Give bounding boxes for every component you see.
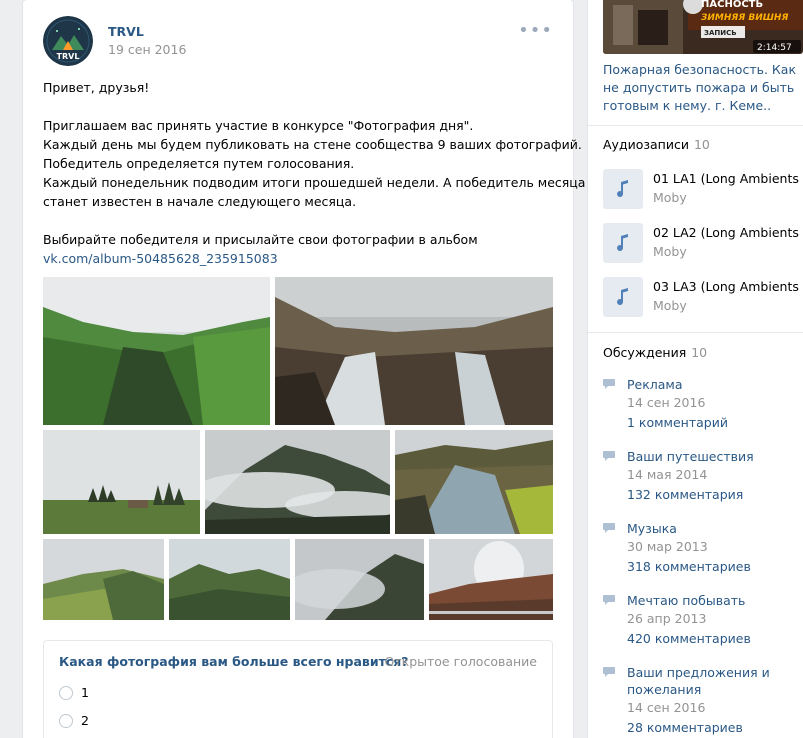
video-duration: 2:14:57: [757, 43, 792, 53]
discussions-section-header[interactable]: Обсуждения 10: [603, 345, 707, 360]
audio-title: 02 LA2 (Long Ambients 1 ...: [653, 225, 803, 240]
post-date[interactable]: 19 сен 2016: [108, 42, 186, 57]
community-avatar[interactable]: TRVL: [43, 16, 93, 66]
audio-item[interactable]: 03 LA3 (Long Ambients 1 ... Moby: [603, 277, 803, 317]
topic-title[interactable]: Реклама: [627, 376, 802, 393]
post-text: Привет, друзья! Приглашаем вас принять у…: [43, 78, 586, 268]
discussions-count: 10: [691, 345, 708, 360]
poll-option[interactable]: 2: [59, 713, 89, 728]
topic-title[interactable]: Музыка: [627, 520, 802, 537]
audio-section-header[interactable]: Аудиозаписи 10: [603, 137, 710, 152]
wall-post: TRVL TRVL 19 сен 2016 ••• Привет, друзья…: [23, 0, 586, 738]
photo-5[interactable]: [395, 430, 553, 534]
audio-title: 03 LA3 (Long Ambients 1 ...: [653, 279, 803, 294]
video-overlay-text: ПАСНОСТЬ: [701, 0, 763, 10]
poll-option-label: 2: [81, 713, 89, 728]
topic-comments[interactable]: 318 комментариев: [627, 559, 751, 574]
music-note-icon[interactable]: [603, 223, 643, 263]
topic-date: 14 сен 2016: [627, 700, 706, 715]
audio-artist[interactable]: Moby: [653, 298, 687, 313]
discussions-heading: Обсуждения: [603, 345, 687, 360]
video-badge: ЗАПИСЬ: [704, 29, 737, 37]
music-note-icon[interactable]: [603, 277, 643, 317]
post-text-line: Победитель определяется путем голосовани…: [43, 156, 355, 171]
topic-comments[interactable]: 420 комментариев: [627, 631, 751, 646]
post-author[interactable]: TRVL: [108, 24, 144, 39]
video-title[interactable]: Пожарная безопасность. Как не допустить …: [603, 61, 803, 115]
topic-comments[interactable]: 132 комментария: [627, 487, 743, 502]
radio-button[interactable]: [59, 713, 73, 728]
photo-3[interactable]: [43, 430, 200, 534]
post-text-line: Выбирайте победителя и присылайте свои ф…: [43, 232, 478, 247]
comment-bubble-icon: [603, 451, 615, 461]
post-text-line: Каждый понедельник подводим итоги прошед…: [43, 175, 586, 190]
photo-7[interactable]: [169, 539, 290, 620]
post-text-line: Приглашаем вас принять участие в конкурс…: [43, 118, 474, 133]
topic-title[interactable]: Ваши предложения и пожелания: [627, 664, 802, 698]
audio-item[interactable]: 01 LA1 (Long Ambients 1 ... Moby: [603, 169, 803, 209]
photo-2[interactable]: [275, 277, 553, 425]
comment-bubble-icon: [603, 667, 615, 677]
photo-4[interactable]: [205, 430, 390, 534]
radio-button[interactable]: [59, 685, 73, 700]
audio-heading: Аудиозаписи: [603, 137, 689, 152]
more-options-icon[interactable]: •••: [518, 22, 553, 40]
topic-comments[interactable]: 28 комментариев: [627, 720, 743, 735]
audio-title: 01 LA1 (Long Ambients 1 ...: [653, 171, 803, 186]
right-sidebar: ПАСНОСТЬ ЗИМНЯЯ ВИШНЯ ЗАПИСЬ 2:14:57 Пож…: [588, 0, 803, 738]
album-link[interactable]: vk.com/album-50485628_235915083: [43, 251, 278, 266]
section-divider: [588, 332, 803, 333]
topic-date: 26 апр 2013: [627, 611, 707, 626]
audio-artist[interactable]: Moby: [653, 244, 687, 259]
music-note-icon[interactable]: [603, 169, 643, 209]
comment-bubble-icon: [603, 379, 615, 389]
poll: Какая фотография вам больше всего нравит…: [43, 640, 553, 738]
audio-item[interactable]: 02 LA2 (Long Ambients 1 ... Moby: [603, 223, 803, 263]
poll-option-label: 1: [81, 685, 89, 700]
photo-8[interactable]: [295, 539, 424, 620]
audio-artist[interactable]: Moby: [653, 190, 687, 205]
comment-bubble-icon: [603, 595, 615, 605]
poll-option[interactable]: 1: [59, 685, 89, 700]
avatar-logo-text: TRVL: [57, 52, 80, 61]
topic-title[interactable]: Мечтаю побывать: [627, 592, 802, 609]
topic-comments[interactable]: 1 комментарий: [627, 415, 728, 430]
topic-date: 14 сен 2016: [627, 395, 706, 410]
video-thumbnail[interactable]: ПАСНОСТЬ ЗИМНЯЯ ВИШНЯ ЗАПИСЬ 2:14:57: [603, 0, 803, 54]
post-text-line: Каждый день мы будем публиковать на стен…: [43, 137, 582, 152]
post-text-line: Привет, друзья!: [43, 80, 150, 95]
section-divider: [588, 125, 803, 126]
photo-6[interactable]: [43, 539, 164, 620]
topic-date: 14 мая 2014: [627, 467, 708, 482]
topic-title[interactable]: Ваши путешествия: [627, 448, 802, 465]
topic-date: 30 мар 2013: [627, 539, 708, 554]
comment-bubble-icon: [603, 523, 615, 533]
post-text-line: станет известен в начале следующего меся…: [43, 194, 357, 209]
photo-1[interactable]: [43, 277, 270, 425]
audio-count: 10: [693, 137, 710, 152]
photo-9[interactable]: [429, 539, 553, 620]
poll-type: Открытое голосование: [384, 654, 537, 669]
poll-question: Какая фотография вам больше всего нравит…: [59, 654, 409, 669]
video-overlay-text: ЗИМНЯЯ ВИШНЯ: [701, 13, 788, 23]
